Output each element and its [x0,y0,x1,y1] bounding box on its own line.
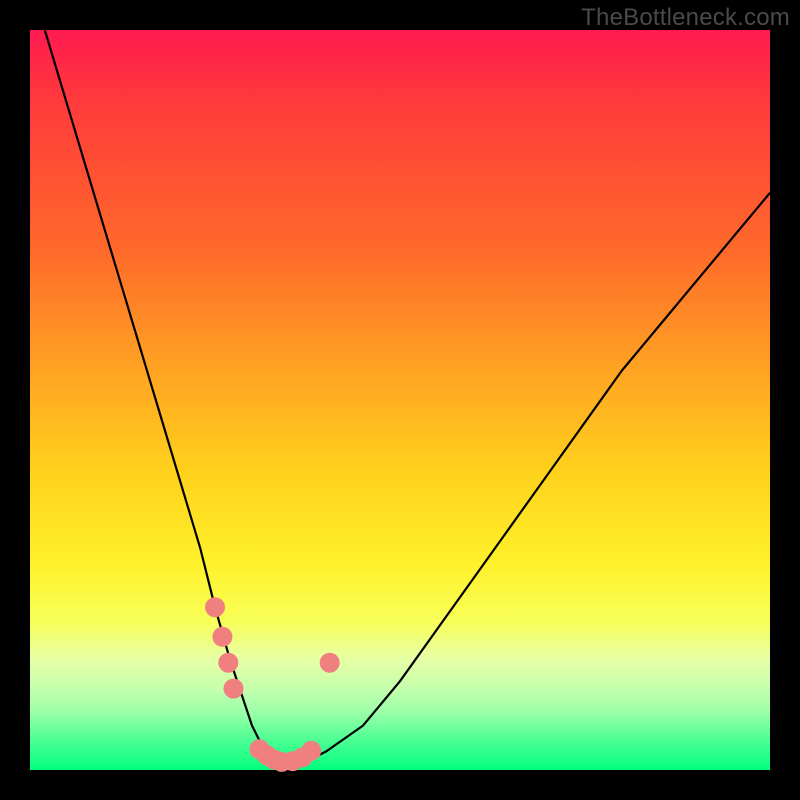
plot-area [30,30,770,770]
marker-dot [205,597,225,617]
marker-dot [212,627,232,647]
marker-dot [301,741,321,761]
marker-dot [224,679,244,699]
chart-frame: TheBottleneck.com [0,0,800,800]
bottleneck-curve [45,30,770,763]
marker-group [205,597,340,772]
chart-svg [30,30,770,770]
watermark-text: TheBottleneck.com [581,4,790,32]
marker-dot [320,653,340,673]
marker-dot [218,653,238,673]
